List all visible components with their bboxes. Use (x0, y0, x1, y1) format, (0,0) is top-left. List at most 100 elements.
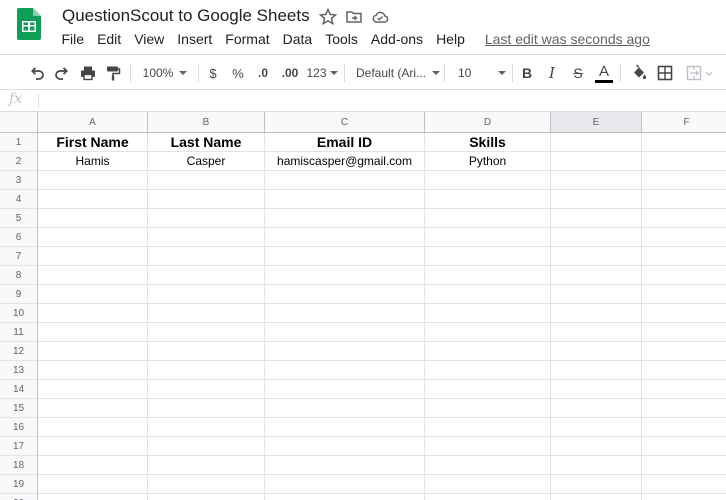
move-folder-icon[interactable] (344, 7, 364, 27)
cell-f6[interactable] (642, 228, 726, 247)
cell-d16[interactable] (425, 418, 551, 437)
cell-c5[interactable] (265, 209, 425, 228)
formula-bar[interactable]: fx (0, 90, 726, 112)
cell-c1[interactable]: Email ID (265, 133, 425, 152)
cell-d5[interactable] (425, 209, 551, 228)
cell-f16[interactable] (642, 418, 726, 437)
row-header-3[interactable]: 3 (0, 171, 38, 190)
cell-e12[interactable] (551, 342, 642, 361)
row-header-6[interactable]: 6 (0, 228, 38, 247)
cell-f1[interactable] (642, 133, 726, 152)
cell-f11[interactable] (642, 323, 726, 342)
more-formats-select[interactable]: 123 (304, 62, 340, 84)
cell-f18[interactable] (642, 456, 726, 475)
cell-f12[interactable] (642, 342, 726, 361)
row-header-2[interactable]: 2 (0, 152, 38, 171)
cell-d17[interactable] (425, 437, 551, 456)
cell-c20[interactable] (265, 494, 425, 500)
merge-cells-icon[interactable] (682, 62, 718, 84)
cell-a8[interactable] (38, 266, 148, 285)
cell-f4[interactable] (642, 190, 726, 209)
cell-f7[interactable] (642, 247, 726, 266)
italic-button[interactable]: I (542, 62, 562, 84)
cell-c13[interactable] (265, 361, 425, 380)
cell-e7[interactable] (551, 247, 642, 266)
row-header-10[interactable]: 10 (0, 304, 38, 323)
cell-e10[interactable] (551, 304, 642, 323)
cell-f17[interactable] (642, 437, 726, 456)
cell-e8[interactable] (551, 266, 642, 285)
cell-b11[interactable] (148, 323, 265, 342)
star-icon[interactable] (318, 7, 338, 27)
cell-b18[interactable] (148, 456, 265, 475)
row-header-5[interactable]: 5 (0, 209, 38, 228)
menu-view[interactable]: View (128, 31, 171, 47)
cell-b15[interactable] (148, 399, 265, 418)
cell-b19[interactable] (148, 475, 265, 494)
column-header-f[interactable]: F (642, 112, 726, 133)
cell-c19[interactable] (265, 475, 425, 494)
strikethrough-button[interactable]: S (568, 62, 588, 84)
cell-b5[interactable] (148, 209, 265, 228)
cell-a7[interactable] (38, 247, 148, 266)
cell-d13[interactable] (425, 361, 551, 380)
cell-a2[interactable]: Hamis (38, 152, 148, 171)
cell-e2[interactable] (551, 152, 642, 171)
cell-b3[interactable] (148, 171, 265, 190)
row-header-16[interactable]: 16 (0, 418, 38, 437)
cell-c10[interactable] (265, 304, 425, 323)
cell-c15[interactable] (265, 399, 425, 418)
cell-e4[interactable] (551, 190, 642, 209)
cell-b17[interactable] (148, 437, 265, 456)
cell-e18[interactable] (551, 456, 642, 475)
cell-e17[interactable] (551, 437, 642, 456)
row-header-4[interactable]: 4 (0, 190, 38, 209)
cell-f13[interactable] (642, 361, 726, 380)
cell-b14[interactable] (148, 380, 265, 399)
cell-e13[interactable] (551, 361, 642, 380)
decrease-decimal-button[interactable]: .0 (252, 62, 274, 84)
row-header-20[interactable]: 20 (0, 494, 38, 500)
cell-d19[interactable] (425, 475, 551, 494)
cell-e6[interactable] (551, 228, 642, 247)
increase-decimal-button[interactable]: .00 (278, 62, 302, 84)
cell-f3[interactable] (642, 171, 726, 190)
cell-e14[interactable] (551, 380, 642, 399)
cell-a1[interactable]: First Name (38, 133, 148, 152)
cell-a19[interactable] (38, 475, 148, 494)
fill-color-icon[interactable] (629, 62, 649, 84)
cell-a15[interactable] (38, 399, 148, 418)
cell-a18[interactable] (38, 456, 148, 475)
cell-c16[interactable] (265, 418, 425, 437)
cell-a9[interactable] (38, 285, 148, 304)
percent-format-button[interactable]: % (228, 62, 248, 84)
column-header-d[interactable]: D (425, 112, 551, 133)
bold-button[interactable]: B (517, 62, 537, 84)
cell-d8[interactable] (425, 266, 551, 285)
row-header-13[interactable]: 13 (0, 361, 38, 380)
row-header-17[interactable]: 17 (0, 437, 38, 456)
zoom-select[interactable]: 100% (138, 62, 192, 84)
cell-d3[interactable] (425, 171, 551, 190)
row-header-8[interactable]: 8 (0, 266, 38, 285)
undo-icon[interactable] (27, 62, 47, 84)
menu-file[interactable]: File (55, 31, 91, 47)
cell-f5[interactable] (642, 209, 726, 228)
menu-insert[interactable]: Insert (171, 31, 219, 47)
cell-d6[interactable] (425, 228, 551, 247)
cell-d11[interactable] (425, 323, 551, 342)
cell-d12[interactable] (425, 342, 551, 361)
cell-c9[interactable] (265, 285, 425, 304)
cell-f9[interactable] (642, 285, 726, 304)
cell-c6[interactable] (265, 228, 425, 247)
document-title[interactable]: QuestionScout to Google Sheets (62, 6, 310, 26)
row-header-12[interactable]: 12 (0, 342, 38, 361)
row-header-19[interactable]: 19 (0, 475, 38, 494)
cell-a10[interactable] (38, 304, 148, 323)
redo-icon[interactable] (52, 62, 72, 84)
menu-help[interactable]: Help (430, 31, 472, 47)
cell-a5[interactable] (38, 209, 148, 228)
cloud-status-icon[interactable] (370, 7, 390, 27)
cell-b1[interactable]: Last Name (148, 133, 265, 152)
last-edit-link[interactable]: Last edit was seconds ago (478, 31, 656, 47)
